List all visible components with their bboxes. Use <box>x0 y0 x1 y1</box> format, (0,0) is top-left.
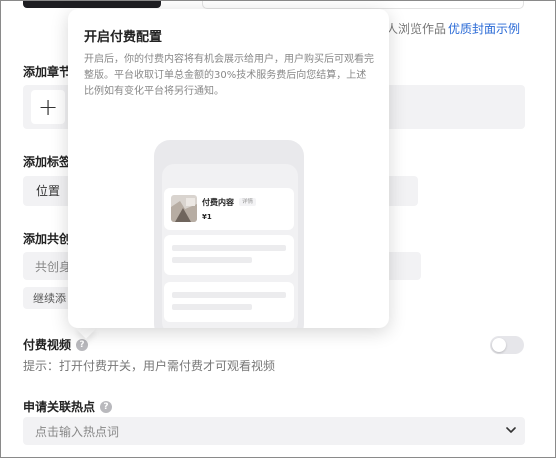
placeholder-bar <box>172 304 252 310</box>
cover-hint-text: 人浏览作品 <box>386 22 447 36</box>
hot-topic-placeholder: 点击输入热点词 <box>35 425 120 439</box>
placeholder-bar <box>172 245 286 251</box>
toggle-knob <box>492 338 506 352</box>
card-title: 付费内容 <box>202 198 234 207</box>
add-more-label: 继续添 <box>33 292 66 305</box>
location-label: 位置 <box>36 184 61 198</box>
add-chapter-label: 添加章节 <box>23 65 72 79</box>
hot-topic-header: 申请关联热点 ? <box>23 398 113 415</box>
add-cocreator-label: 添加共创 <box>23 232 72 246</box>
paid-config-popover: 开启付费配置 开启后，你的付费内容将有机会展示给用户，用户购买后可观看完整版。平… <box>68 9 389 328</box>
card-price: ¥1 <box>202 213 212 221</box>
content-thumbnail <box>171 195 197 222</box>
placeholder-card <box>164 282 294 322</box>
paid-video-hint: 提示：打开付费开关，用户需付费才可观看视频 <box>23 359 276 373</box>
placeholder-bar <box>172 257 252 263</box>
hot-topic-label: 申请关联热点 <box>23 400 96 414</box>
question-circle-icon[interactable]: ? <box>100 400 113 413</box>
question-circle-icon[interactable]: ? <box>76 338 89 351</box>
cover-area-edge <box>202 1 524 9</box>
chevron-down-icon[interactable] <box>504 423 518 437</box>
placeholder-card <box>164 235 294 275</box>
add-tag-label: 添加标签 <box>23 155 72 169</box>
card-badge: 详情 <box>239 198 257 206</box>
placeholder-bar <box>172 292 286 298</box>
cover-example-link[interactable]: 优质封面示例 <box>448 20 520 37</box>
popover-title: 开启付费配置 <box>84 30 163 45</box>
plus-icon: + <box>37 93 59 121</box>
cover-preview-strip <box>23 1 161 8</box>
add-chapter-button[interactable]: + <box>31 90 65 124</box>
paid-video-header: 付费视频 ? <box>23 336 89 353</box>
paid-video-label: 付费视频 <box>23 338 72 352</box>
popover-body: 开启后，你的付费内容将有机会展示给用户，用户购买后可观看完整版。平台收取订单总金… <box>84 54 374 97</box>
cocreator-placeholder: 共创身 <box>35 260 72 274</box>
